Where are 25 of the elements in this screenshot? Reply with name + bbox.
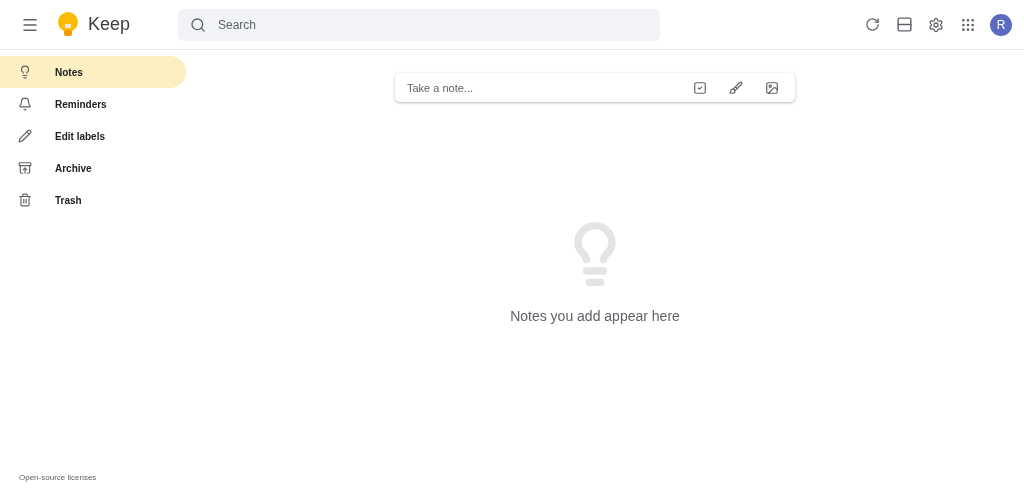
- note-card[interactable]: Take a note...: [395, 73, 795, 102]
- sidebar-item[interactable]: Reminders: [0, 88, 186, 120]
- lightbulb-icon: [18, 65, 32, 79]
- search-icon: [190, 16, 206, 33]
- pencil-icon: [18, 129, 32, 143]
- note-input-field[interactable]: Take a note...: [407, 73, 675, 102]
- checkbox-icon: [693, 80, 707, 95]
- lightbulb-logo-icon: [56, 10, 80, 39]
- sidebar-item[interactable]: Trash: [0, 184, 186, 216]
- bell-icon: [18, 97, 32, 111]
- image-icon: [765, 80, 779, 95]
- account-avatar[interactable]: R: [990, 13, 1012, 36]
- apps-grid-icon: [960, 16, 976, 33]
- sidebar-item[interactable]: Edit labels: [0, 120, 186, 152]
- sidebar-item[interactable]: Archive: [0, 152, 186, 184]
- empty-state-text: Notes you add appear here: [510, 308, 680, 324]
- app-name: Keep: [88, 14, 132, 35]
- trash-icon: [18, 193, 32, 207]
- brush-icon: [729, 80, 743, 95]
- sidebar-item[interactable]: Notes: [0, 56, 186, 88]
- licenses-link[interactable]: Open-source licenses: [0, 473, 186, 490]
- settings-icon: [928, 16, 944, 33]
- list-view-icon: [895, 16, 913, 33]
- refresh-icon: [864, 17, 880, 32]
- archive-icon: [18, 161, 32, 175]
